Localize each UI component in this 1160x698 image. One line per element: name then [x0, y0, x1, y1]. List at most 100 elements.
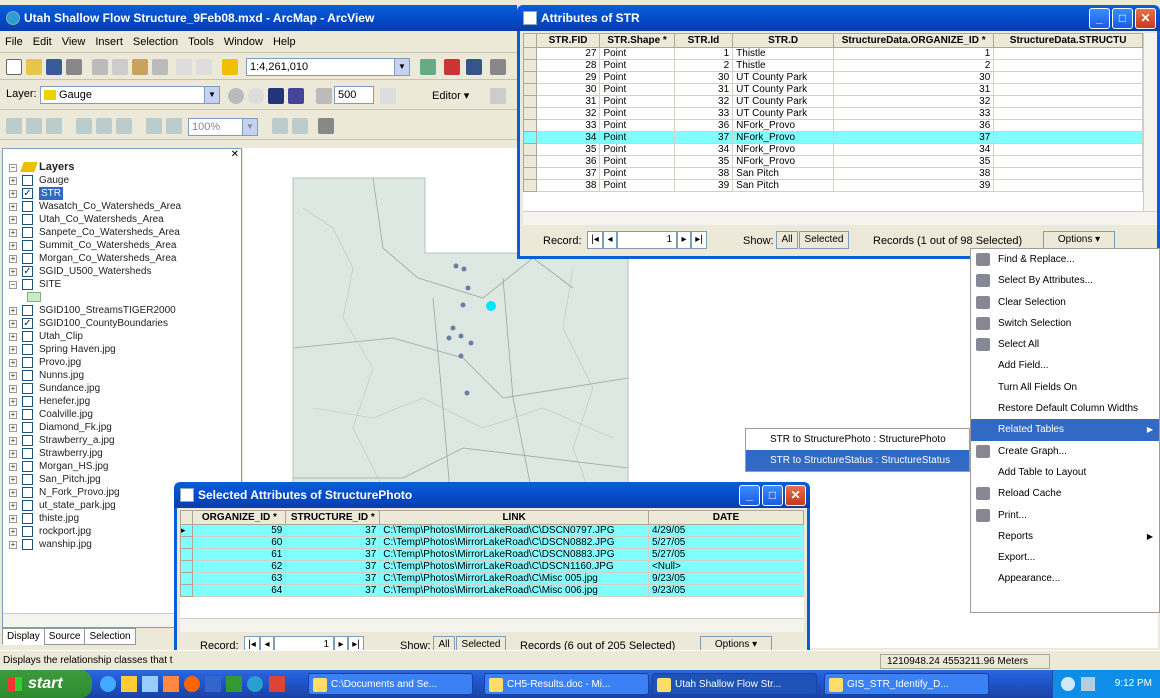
- column-header[interactable]: STR.Shape *: [599, 33, 675, 48]
- arcmap-titlebar[interactable]: Utah Shallow Flow Structure_9Feb08.mxd -…: [0, 5, 517, 31]
- row-selector[interactable]: [523, 59, 537, 72]
- chevron-down-icon[interactable]: ▼: [394, 59, 409, 75]
- expand-icon[interactable]: +: [9, 476, 17, 484]
- layer-visibility-checkbox[interactable]: [22, 409, 33, 420]
- layer-visibility-checkbox[interactable]: [22, 500, 33, 511]
- expand-icon[interactable]: +: [9, 216, 17, 224]
- str-point[interactable]: [446, 335, 452, 341]
- firefox-icon[interactable]: [184, 676, 201, 692]
- str-vscrollbar[interactable]: [1143, 33, 1157, 211]
- contrast-icon[interactable]: [228, 88, 244, 104]
- zoom-combo[interactable]: 100% ▼: [188, 118, 258, 136]
- layout-whole-icon[interactable]: [292, 118, 308, 134]
- transparency-icon[interactable]: [268, 88, 284, 104]
- editor-menu[interactable]: Editor ▾: [432, 89, 469, 102]
- layer-visibility-checkbox[interactable]: ✓: [22, 266, 33, 277]
- back-extent-icon[interactable]: [146, 118, 162, 134]
- expand-icon[interactable]: +: [9, 268, 17, 276]
- toc-layer-item[interactable]: + Sundance.jpg: [3, 382, 241, 395]
- row-selector[interactable]: [180, 560, 194, 573]
- row-selector[interactable]: [180, 584, 194, 597]
- expand-icon[interactable]: +: [9, 411, 17, 419]
- row-selector[interactable]: [523, 155, 537, 168]
- zoom-in-icon[interactable]: [6, 118, 22, 134]
- arctoolbox-icon[interactable]: [444, 59, 460, 75]
- column-header[interactable]: STRUCTURE_ID *: [285, 510, 381, 525]
- minimize-button[interactable]: _: [739, 485, 760, 506]
- menu-item-clear-selection[interactable]: Clear Selection: [971, 292, 1159, 313]
- layer-visibility-checkbox[interactable]: ✓: [22, 188, 33, 199]
- word-icon[interactable]: [205, 676, 222, 692]
- next-record-button[interactable]: ▸: [677, 231, 691, 249]
- row-selector[interactable]: ▸: [180, 524, 194, 537]
- expand-icon[interactable]: +: [9, 359, 17, 367]
- tab-display[interactable]: Display: [2, 628, 45, 645]
- str-point[interactable]: [461, 266, 467, 272]
- column-header[interactable]: StructureData.ORGANIZE_ID *: [833, 33, 995, 48]
- layer-visibility-checkbox[interactable]: [22, 370, 33, 381]
- toc-layer-item[interactable]: + ✓ STR: [3, 187, 241, 200]
- snap-tolerance-field[interactable]: 500: [334, 86, 374, 104]
- toc-layer-item[interactable]: + Summit_Co_Watersheds_Area: [3, 239, 241, 252]
- toc-layer-item[interactable]: + ✓ SGID100_CountyBoundaries: [3, 317, 241, 330]
- fixed-zoom-in-icon[interactable]: [96, 118, 112, 134]
- table-row[interactable]: 61 37 C:\Temp\Photos\MirrorLakeRoad\C\DSCN…: [180, 548, 804, 561]
- layer-visibility-checkbox[interactable]: [22, 513, 33, 524]
- toc-layer-item[interactable]: + Henefer.jpg: [3, 395, 241, 408]
- toc-layer-item[interactable]: + Diamond_Fk.jpg: [3, 421, 241, 434]
- menu-view[interactable]: View: [57, 33, 91, 51]
- layer-visibility-checkbox[interactable]: [22, 383, 33, 394]
- str-point[interactable]: [453, 263, 459, 269]
- layout-page-icon[interactable]: [272, 118, 288, 134]
- menu-item-add-table-to-layout[interactable]: Add Table to Layout: [971, 462, 1159, 483]
- photo-hscrollbar[interactable]: [180, 618, 804, 632]
- related-table-item[interactable]: STR to StructureStatus : StructureStatus: [746, 450, 969, 471]
- expand-icon[interactable]: +: [9, 385, 17, 393]
- fixed-zoom-out-icon[interactable]: [116, 118, 132, 134]
- toc-layers-root[interactable]: − Layers: [3, 161, 241, 174]
- toc-layer-item[interactable]: + Utah_Co_Watersheds_Area: [3, 213, 241, 226]
- menu-help[interactable]: Help: [268, 33, 301, 51]
- layer-visibility-checkbox[interactable]: [22, 526, 33, 537]
- tab-selection[interactable]: Selection: [84, 628, 136, 645]
- toc-layer-item[interactable]: + Gauge: [3, 174, 241, 187]
- last-record-button[interactable]: ▸|: [691, 231, 707, 249]
- layer-visibility-checkbox[interactable]: [22, 461, 33, 472]
- row-selector[interactable]: [180, 572, 194, 585]
- menu-item-find-replace[interactable]: Find & Replace...: [971, 249, 1159, 270]
- toc-layer-item[interactable]: + Nunns.jpg: [3, 369, 241, 382]
- row-selector[interactable]: [523, 131, 537, 144]
- expand-icon[interactable]: +: [9, 398, 17, 406]
- minimize-button[interactable]: _: [1089, 8, 1110, 29]
- open-folder-icon[interactable]: [26, 59, 42, 75]
- menu-item-reports[interactable]: Reports ▶: [971, 526, 1159, 547]
- row-selector[interactable]: [523, 119, 537, 132]
- layer-visibility-checkbox[interactable]: [22, 474, 33, 485]
- table-row[interactable]: 31 Point 32 UT County Park 32: [523, 95, 1143, 108]
- expand-icon[interactable]: +: [9, 424, 17, 432]
- redo-icon[interactable]: [196, 59, 212, 75]
- row-selector[interactable]: [180, 548, 194, 561]
- scale-combo[interactable]: 1:4,261,010 ▼: [246, 58, 410, 76]
- layer-visibility-checkbox[interactable]: [22, 396, 33, 407]
- swipe-icon[interactable]: [288, 88, 304, 104]
- toc-layer-item[interactable]: + Sanpete_Co_Watersheds_Area: [3, 226, 241, 239]
- maximize-button[interactable]: □: [1112, 8, 1133, 29]
- expand-icon[interactable]: +: [9, 450, 17, 458]
- undo-icon[interactable]: [176, 59, 192, 75]
- toc-layer-item[interactable]: + Morgan_HS.jpg: [3, 460, 241, 473]
- column-header[interactable]: LINK: [379, 510, 649, 525]
- str-point[interactable]: [464, 390, 470, 396]
- ie-icon[interactable]: [100, 676, 116, 692]
- table-row[interactable]: 28 Point 2 Thistle 2: [523, 59, 1143, 72]
- str-point[interactable]: [465, 285, 471, 291]
- str-point[interactable]: [458, 333, 464, 339]
- record-number-field[interactable]: 1: [617, 231, 677, 249]
- row-selector[interactable]: [523, 167, 537, 180]
- layer-visibility-checkbox[interactable]: [22, 357, 33, 368]
- menu-item-reload-cache[interactable]: Reload Cache: [971, 483, 1159, 504]
- menu-item-print[interactable]: Print...: [971, 505, 1159, 526]
- table-row[interactable]: 60 37 C:\Temp\Photos\MirrorLakeRoad\C\DSCN…: [180, 536, 804, 549]
- expand-icon[interactable]: +: [9, 372, 17, 380]
- layer-visibility-checkbox[interactable]: [22, 227, 33, 238]
